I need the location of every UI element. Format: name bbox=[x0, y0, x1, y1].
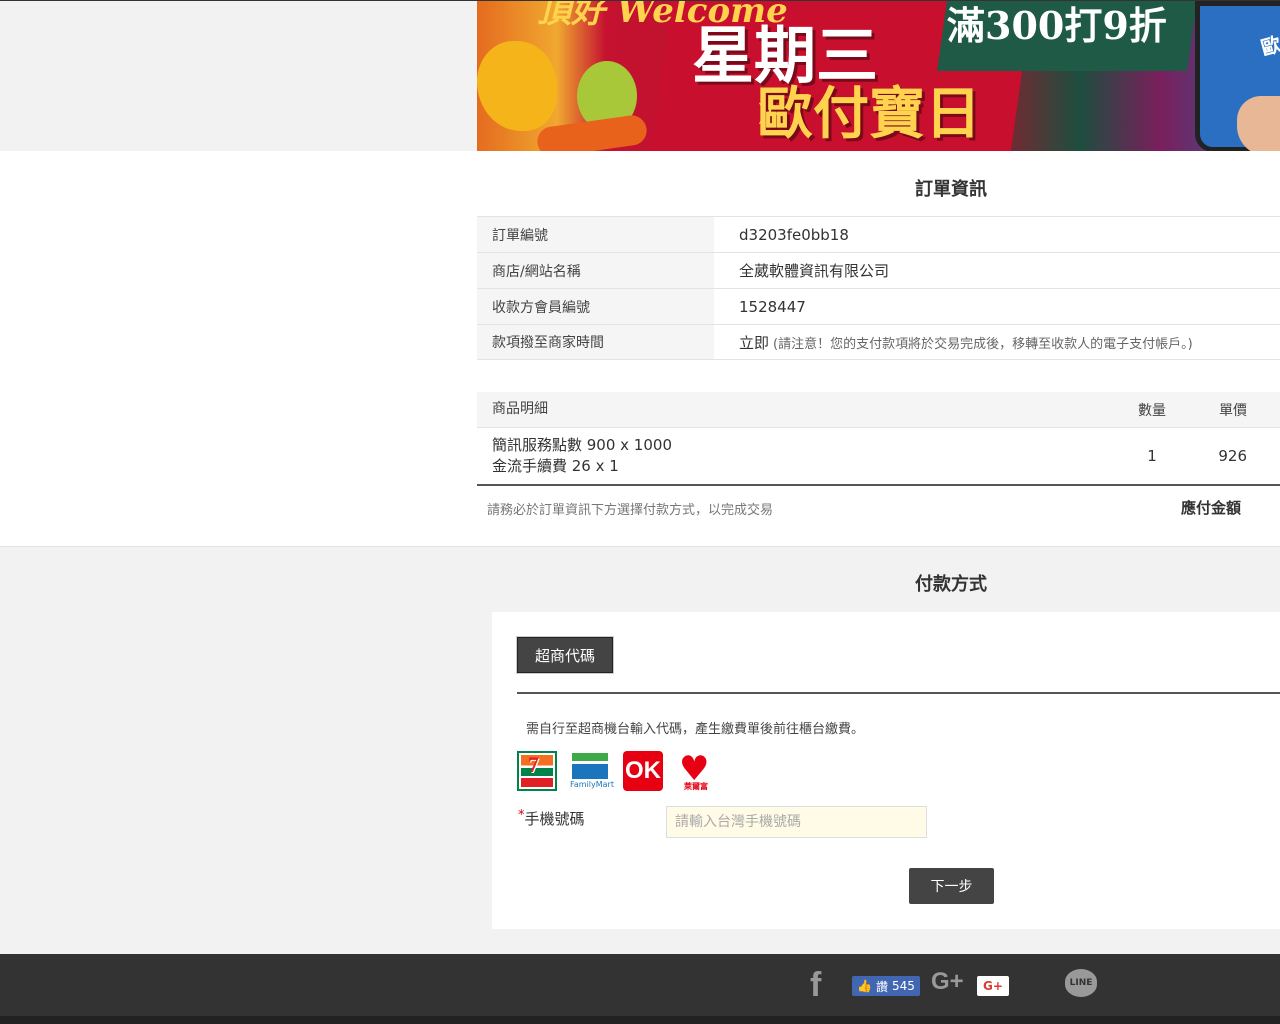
payment-title: 付款方式 bbox=[915, 574, 987, 595]
thumbs-up-icon: 👍 bbox=[857, 979, 872, 993]
order-row: 收款方會員編號 1528447 bbox=[477, 288, 1280, 324]
order-value: d3203fe0bb18 bbox=[739, 225, 849, 244]
amount-due-label: 應付金額 bbox=[1181, 499, 1242, 517]
order-key: 款項撥至商家時間 bbox=[477, 325, 714, 359]
item-qty: 1 bbox=[1147, 447, 1157, 465]
google-plus-button[interactable]: G+ bbox=[977, 976, 1009, 996]
familymart-text: FamilyMart bbox=[570, 780, 614, 789]
item-table-header: 商品明細 數量 單價 bbox=[477, 392, 1280, 428]
banner-sub-text: 歐付寶日 bbox=[757, 81, 981, 147]
phone-label-text: 手機號碼 bbox=[524, 810, 585, 828]
order-row: 商店/網站名稱 全葳軟體資訊有限公司 bbox=[477, 252, 1280, 288]
phone-input[interactable] bbox=[666, 806, 927, 838]
promo-banner[interactable]: 頂好 Welcome 星期三 ➤ 歐付寶日 滿300打9折 歐付寶 bbox=[477, 1, 1280, 152]
order-key: 收款方會員編號 bbox=[477, 289, 714, 324]
tab-divider bbox=[517, 692, 1280, 694]
banner-area: 頂好 Welcome 星期三 ➤ 歐付寶日 滿300打9折 歐付寶 bbox=[0, 0, 1280, 152]
item-line-2: 金流手續費 26 x 1 bbox=[492, 457, 619, 475]
like-count: 545 bbox=[891, 979, 915, 993]
header-price: 單價 bbox=[1219, 402, 1247, 419]
ok-mart-logo: OK bbox=[623, 751, 663, 791]
footer: f 👍 讚 545 G+ G+ LINE bbox=[0, 954, 1280, 1024]
next-step-button[interactable]: 下一步 bbox=[909, 868, 994, 904]
transfer-time-note: (請注意！您的支付款項將於交易完成後，移轉至收款人的電子支付帳戶。) bbox=[773, 336, 1193, 352]
order-value: 1528447 bbox=[739, 297, 806, 316]
line-icon[interactable]: LINE bbox=[1065, 969, 1097, 997]
order-row: 款項撥至商家時間 立即 (請注意！您的支付款項將於交易完成後，移轉至收款人的電子支… bbox=[477, 324, 1280, 360]
item-price: 926 bbox=[1218, 447, 1247, 465]
facebook-like-button[interactable]: 👍 讚 545 bbox=[852, 976, 920, 996]
payment-box: 超商代碼 需自行至超商機台輸入代碼，產生繳費單後前往櫃台繳費。 7 Family… bbox=[492, 612, 1280, 929]
google-plus-icon[interactable]: G+ bbox=[931, 968, 964, 996]
familymart-logo: FamilyMart bbox=[570, 751, 614, 791]
transfer-time-value: 立即 bbox=[739, 333, 770, 352]
hilife-text: 萊爾富 bbox=[684, 782, 708, 791]
phone-label: *手機號碼 bbox=[518, 808, 585, 829]
item-name: 簡訊服務點數 900 x 1000 金流手續費 26 x 1 bbox=[477, 435, 1072, 477]
order-value: 全葳軟體資訊有限公司 bbox=[739, 262, 890, 280]
header-qty: 數量 bbox=[1138, 402, 1166, 419]
order-key: 商店/網站名稱 bbox=[477, 253, 714, 288]
tab-convenience-store-code[interactable]: 超商代碼 bbox=[517, 637, 613, 673]
seven-eleven-numeral: 7 bbox=[528, 752, 539, 777]
payment-description: 需自行至超商機台輸入代碼，產生繳費單後前往櫃台繳費。 bbox=[526, 722, 865, 737]
store-logos: 7 FamilyMart OK ♥ 萊爾富 bbox=[517, 751, 716, 791]
order-title: 訂單資訊 bbox=[915, 179, 987, 200]
hand-graphic bbox=[1237, 96, 1280, 152]
seven-eleven-logo: 7 bbox=[517, 751, 557, 791]
table-row: 簡訊服務點數 900 x 1000 金流手續費 26 x 1 1 926 bbox=[477, 428, 1280, 486]
order-section: 訂單資訊 訂單編號 d3203fe0bb18 商店/網站名稱 全葳軟體資訊有限公… bbox=[0, 151, 1280, 547]
like-label: 讚 bbox=[875, 979, 888, 994]
item-line-1: 簡訊服務點數 900 x 1000 bbox=[492, 436, 672, 454]
familymart-bars bbox=[572, 753, 608, 779]
header-item-name: 商品明細 bbox=[492, 401, 548, 417]
payment-hint: 請務必於訂單資訊下方選擇付款方式，以完成交易 bbox=[487, 503, 774, 518]
order-key: 訂單編號 bbox=[477, 217, 714, 252]
item-table: 商品明細 數量 單價 簡訊服務點數 900 x 1000 金流手續費 26 x … bbox=[477, 392, 1280, 486]
order-value: 立即 (請注意！您的支付款項將於交易完成後，移轉至收款人的電子支付帳戶。) bbox=[714, 332, 1193, 353]
order-row: 訂單編號 d3203fe0bb18 bbox=[477, 216, 1280, 252]
order-info-table: 訂單編號 d3203fe0bb18 商店/網站名稱 全葳軟體資訊有限公司 收款方… bbox=[477, 216, 1280, 360]
pepper-graphic bbox=[477, 41, 557, 131]
facebook-icon[interactable]: f bbox=[810, 966, 821, 1005]
banner-deal-text: 滿300打9折 bbox=[947, 3, 1167, 48]
hilife-logo: ♥ 萊爾富 bbox=[676, 751, 716, 791]
heart-icon: ♥ bbox=[679, 749, 710, 789]
